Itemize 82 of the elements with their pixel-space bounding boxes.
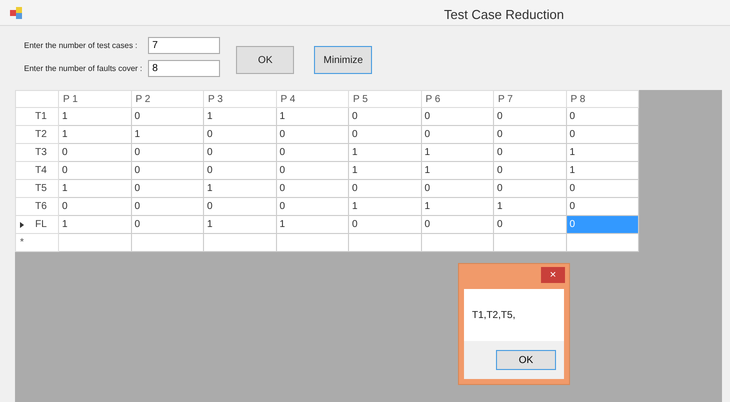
table-cell[interactable]: 0 <box>131 108 204 126</box>
table-cell[interactable]: 0 <box>58 198 131 216</box>
table-cell[interactable]: 0 <box>276 162 348 180</box>
table-cell[interactable]: 0 <box>348 126 421 144</box>
table-cell[interactable]: 0 <box>494 180 566 198</box>
table-cell[interactable]: 1 <box>204 108 276 126</box>
table-cell[interactable]: 0 <box>348 180 421 198</box>
table-cell[interactable]: 1 <box>276 108 348 126</box>
table-cell[interactable]: 0 <box>494 126 566 144</box>
table-cell[interactable]: 1 <box>204 180 276 198</box>
table-cell[interactable]: 0 <box>421 126 494 144</box>
table-cell[interactable]: 1 <box>348 162 421 180</box>
row-header[interactable]: FL <box>16 216 58 234</box>
table-cell[interactable]: 0 <box>421 108 494 126</box>
table-cell[interactable]: 0 <box>348 108 421 126</box>
window-title: Test Case Reduction <box>444 6 564 24</box>
row-header[interactable]: T3 <box>16 144 58 162</box>
table-cell[interactable]: 1 <box>421 162 494 180</box>
field-label: Enter the number of test cases : <box>24 40 138 50</box>
app-icon <box>10 6 22 18</box>
table-cell[interactable]: 0 <box>131 198 204 216</box>
table-cell[interactable]: 0 <box>421 180 494 198</box>
table-cell[interactable]: 1 <box>348 198 421 216</box>
table-cell[interactable]: 0 <box>566 108 638 126</box>
table-cell[interactable]: 1 <box>58 108 131 126</box>
table-cell[interactable]: 0 <box>276 198 348 216</box>
table-cell[interactable]: 1 <box>566 162 638 180</box>
column-header[interactable]: P 7 <box>494 90 566 108</box>
table-cell[interactable]: 0 <box>204 198 276 216</box>
table-cell[interactable]: 1 <box>421 144 494 162</box>
table-cell[interactable]: 0 <box>494 108 566 126</box>
table-cell[interactable]: 0 <box>204 144 276 162</box>
column-header[interactable]: P 1 <box>58 90 131 108</box>
table-cell[interactable]: 0 <box>276 180 348 198</box>
table-cell[interactable]: 1 <box>421 198 494 216</box>
table-cell[interactable]: 0 <box>566 126 638 144</box>
table-cell[interactable]: 0 <box>566 180 638 198</box>
row-header[interactable]: T1 <box>16 108 58 126</box>
column-header[interactable]: P 6 <box>421 90 494 108</box>
table-cell[interactable]: 0 <box>494 162 566 180</box>
table-cell[interactable]: 0 <box>276 144 348 162</box>
column-header[interactable]: P 3 <box>204 90 276 108</box>
number-input[interactable]: 7 <box>148 37 220 54</box>
column-header[interactable]: P 8 <box>566 90 638 108</box>
table-cell[interactable]: 0 <box>131 216 204 234</box>
table-cell[interactable]: 1 <box>131 126 204 144</box>
table-cell[interactable]: 0 <box>204 126 276 144</box>
table-cell[interactable]: 0 <box>566 198 638 216</box>
new-row-marker: * <box>16 234 58 252</box>
table-cell[interactable]: 0 <box>58 144 131 162</box>
row-header[interactable]: T6 <box>16 198 58 216</box>
table-cell[interactable]: 0 <box>276 126 348 144</box>
column-header[interactable]: P 2 <box>131 90 204 108</box>
field-label: Enter the number of faults cover : <box>24 64 142 74</box>
table-cell[interactable]: 1 <box>566 144 638 162</box>
ok-button[interactable]: OK <box>236 46 294 74</box>
table-cell[interactable]: 1 <box>494 198 566 216</box>
table-cell[interactable]: 0 <box>494 216 566 234</box>
column-header[interactable]: P 4 <box>276 90 348 108</box>
table-cell[interactable]: 0 <box>131 180 204 198</box>
minimize-button[interactable]: Minimize <box>314 46 372 74</box>
close-button[interactable]: × <box>541 267 565 283</box>
table-cell[interactable]: 0 <box>348 216 421 234</box>
table-cell[interactable]: 0 <box>204 162 276 180</box>
number-input[interactable]: 8 <box>148 60 220 77</box>
table-cell[interactable]: 0 <box>421 216 494 234</box>
table-cell[interactable]: 0 <box>131 144 204 162</box>
table-cell[interactable]: 0 <box>494 144 566 162</box>
row-header[interactable]: T5 <box>16 180 58 198</box>
table-cell[interactable]: 0 <box>58 162 131 180</box>
table-cell[interactable]: 1 <box>348 144 421 162</box>
row-header[interactable]: T4 <box>16 162 58 180</box>
message-text: T1,T2,T5, <box>472 308 516 322</box>
row-header[interactable]: T2 <box>16 126 58 144</box>
table-cell[interactable]: 1 <box>58 126 131 144</box>
table-cell[interactable]: 0 <box>131 162 204 180</box>
table-cell[interactable]: 1 <box>58 180 131 198</box>
table-cell[interactable]: 1 <box>58 216 131 234</box>
table-cell[interactable]: 1 <box>204 216 276 234</box>
column-header[interactable]: P 5 <box>348 90 421 108</box>
ok-button[interactable]: OK <box>496 350 556 370</box>
table-cell[interactable]: 1 <box>276 216 348 234</box>
